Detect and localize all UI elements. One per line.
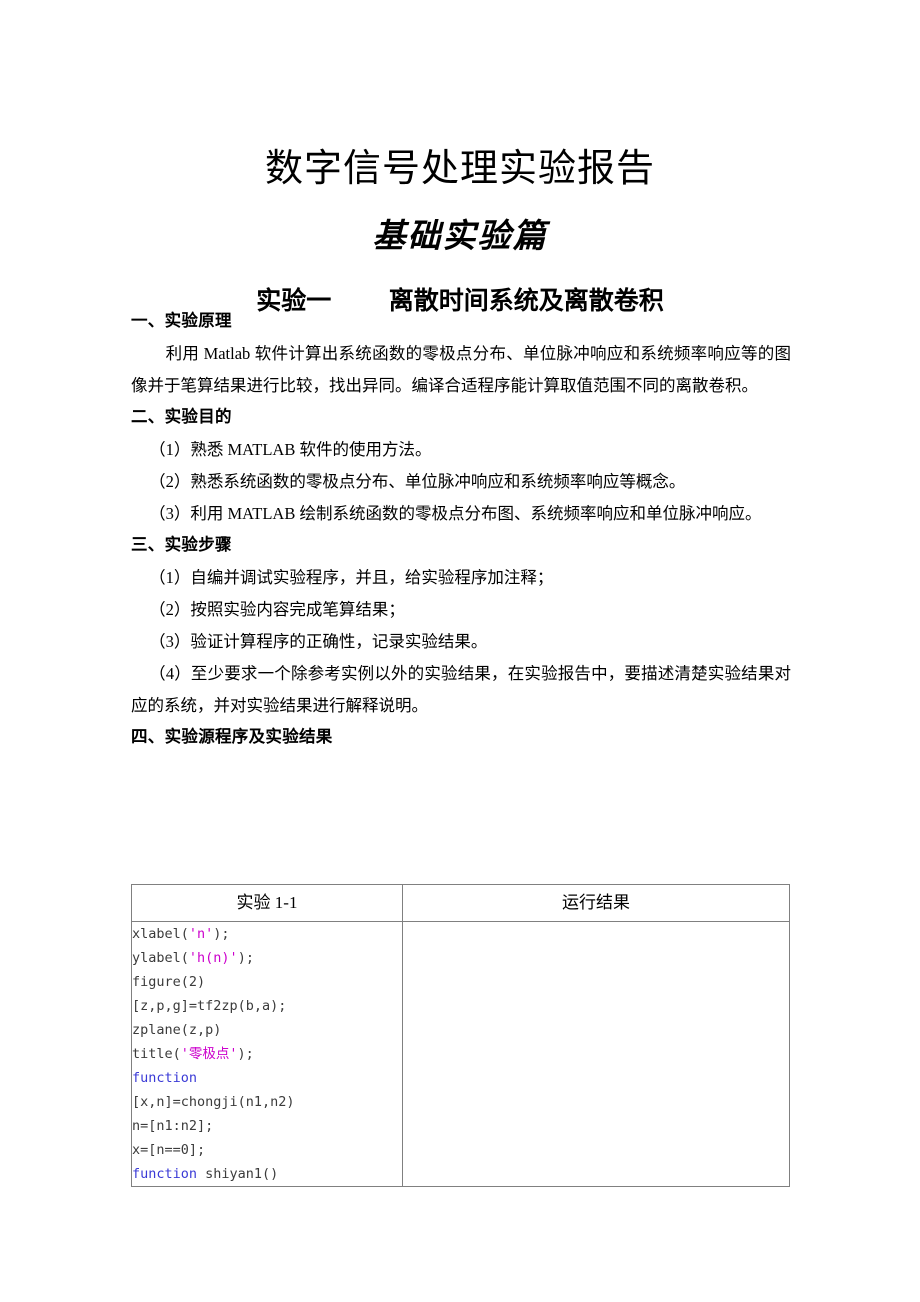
code-line-8: [x,n]=chongji(n1,n2) [132, 1090, 402, 1114]
matlab-code-block: xlabel('n'); ylabel('h(n)'); figure(2) [z,p… [132, 922, 402, 1186]
code-token-plain: ); [237, 950, 254, 966]
code-token-keyword: function [132, 1070, 198, 1086]
code-line-5: zplane(z,p) [132, 1018, 402, 1042]
code-line-4: [z,p,g]=tf2zp(b,a); [132, 994, 402, 1018]
code-token-plain: n=[n1:n2]; [132, 1118, 214, 1134]
document-body: 一、实验原理 利用 Matlab 软件计算出系统函数的零极点分布、单位脉冲响应和… [131, 306, 791, 754]
table-header-code: 实验 1-1 [131, 884, 403, 922]
source-code-cell: xlabel('n'); ylabel('h(n)'); figure(2) [z,p… [131, 921, 403, 1187]
objective-item-2: （2）熟悉系统函数的零极点分布、单位脉冲响应和系统频率响应等概念。 [149, 472, 686, 491]
objective-item-3: （3）利用 MATLAB 绘制系统函数的零极点分布图、系统频率响应和单位脉冲响应… [149, 504, 762, 523]
step-item-1: （1）自编并调试实验程序，并且，给实验程序加注释； [149, 568, 554, 587]
code-token-plain: figure(2) [132, 974, 206, 990]
document-title: 数字信号处理实验报告 [264, 148, 655, 191]
code-token-string: 'n' [188, 926, 214, 942]
document-subtitle: 基础实验篇 [372, 216, 548, 256]
code-token-keyword: function [132, 1166, 198, 1182]
code-token-plain: title( [132, 1046, 181, 1062]
code-line-2: ylabel('h(n)'); [132, 946, 402, 970]
code-token-plain: zplane(z,p) [132, 1022, 222, 1038]
code-token-plain: [x,n]=chongji(n1,n2) [132, 1094, 295, 1110]
code-token-plain: [z,p,g]=tf2zp(b,a); [132, 998, 287, 1014]
code-line-10: x=[n==0]; [132, 1138, 402, 1162]
document-page: 数字信号处理实验报告 基础实验篇 实验一 离散时间系统及离散卷积 一、实验原理 … [0, 0, 920, 1302]
section-heading-objective: 二、实验目的 [131, 407, 232, 426]
code-token-plain: shiyan1() [197, 1166, 279, 1182]
experiment-result-table: 实验 1-1 运行结果 xlabel('n'); ylabel('h(n)'); f… [131, 884, 790, 1187]
run-result-cell [402, 921, 790, 1187]
code-line-9: n=[n1:n2]; [132, 1114, 402, 1138]
code-token-plain: ); [213, 926, 230, 942]
code-line-6: title('零极点'); [132, 1042, 402, 1066]
code-line-1: xlabel('n'); [132, 922, 402, 946]
code-token-plain: ylabel( [132, 950, 189, 966]
step-item-4: （4）至少要求一个除参考实例以外的实验结果，在实验报告中，要描述清楚实验结果对应… [131, 664, 791, 715]
table-header-result: 运行结果 [402, 884, 790, 922]
section-heading-source-and-results: 四、实验源程序及实验结果 [131, 727, 333, 746]
code-token-string: 'h(n)' [188, 950, 238, 966]
code-line-11: function shiyan1() [132, 1162, 402, 1186]
code-token-plain: xlabel( [132, 926, 189, 942]
table-header-row: 实验 1-1 运行结果 [131, 884, 790, 922]
section-heading-principle: 一、实验原理 [131, 311, 232, 330]
section-paragraph-principle: 利用 Matlab 软件计算出系统函数的零极点分布、单位脉冲响应和系统频率响应等… [131, 344, 791, 395]
code-line-7: function [132, 1066, 402, 1090]
step-item-2: （2）按照实验内容完成笔算结果； [149, 600, 405, 619]
objective-item-1: （1）熟悉 MATLAB 软件的使用方法。 [149, 440, 432, 459]
code-token-string: '零极点' [180, 1046, 238, 1062]
code-line-3: figure(2) [132, 970, 402, 994]
table-row: xlabel('n'); ylabel('h(n)'); figure(2) [z,p… [131, 921, 790, 1187]
code-token-plain: ); [237, 1046, 254, 1062]
step-item-3: （3）验证计算程序的正确性，记录实验结果。 [149, 632, 488, 651]
code-token-plain: x=[n==0]; [132, 1142, 206, 1158]
section-heading-steps: 三、实验步骤 [131, 535, 232, 554]
